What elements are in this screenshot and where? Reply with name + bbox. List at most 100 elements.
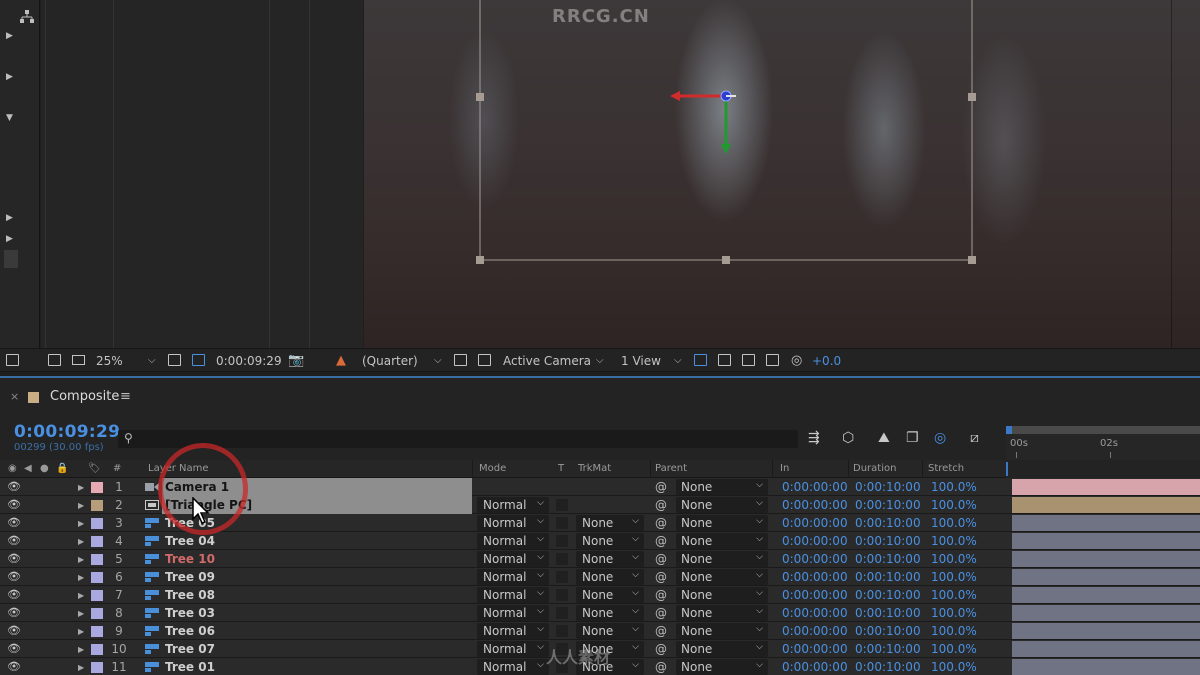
- layer-in-point[interactable]: 0:00:00:00: [782, 552, 848, 566]
- graph-editor-icon[interactable]: ⧄: [970, 430, 979, 446]
- fast-previews-icon[interactable]: [454, 354, 467, 366]
- blend-mode-select[interactable]: Normal ⌵: [477, 605, 549, 621]
- column-parent[interactable]: Parent: [655, 463, 687, 474]
- layer-in-point[interactable]: 0:00:00:00: [782, 516, 848, 530]
- eye-icon[interactable]: 👁: [7, 570, 21, 584]
- draft-3d-icon[interactable]: ⬡: [842, 430, 854, 446]
- layer-duration-bar[interactable]: [1012, 479, 1200, 495]
- layer-stretch[interactable]: 100.0%: [931, 552, 977, 566]
- chevron-down-icon[interactable]: ⌵: [148, 353, 156, 369]
- work-area-bar[interactable]: [1006, 426, 1200, 434]
- monitor-icon[interactable]: [72, 355, 85, 365]
- frame-blending-icon[interactable]: ❐: [906, 430, 919, 446]
- expand-arrow-icon[interactable]: ▶: [6, 72, 13, 82]
- preserve-transparency-checkbox[interactable]: [556, 517, 568, 529]
- layer-stretch[interactable]: 100.0%: [931, 624, 977, 638]
- label-color-swatch[interactable]: [91, 536, 103, 547]
- eye-icon[interactable]: 👁: [7, 516, 21, 530]
- layer-row[interactable]: 👁 ▶ 5 Tree 10 Normal ⌵ None ⌵ @ None ⌵ 0:00:00:00 0:…: [0, 550, 1200, 568]
- blend-mode-select[interactable]: Normal ⌵: [477, 515, 549, 531]
- viewer-timecode[interactable]: 0:00:09:29: [216, 353, 282, 369]
- label-color-swatch[interactable]: [91, 482, 103, 493]
- layer-duration-bar[interactable]: [1012, 497, 1200, 513]
- layer-stretch[interactable]: 100.0%: [931, 534, 977, 548]
- expand-arrow-icon[interactable]: ▶: [78, 553, 84, 567]
- active-camera-select[interactable]: Active Camera: [503, 353, 591, 369]
- parent-select[interactable]: None ⌵: [676, 659, 768, 675]
- layer-duration-bar[interactable]: [1012, 587, 1200, 603]
- transparency-grid-icon[interactable]: [478, 354, 491, 366]
- pickwhip-icon[interactable]: @: [655, 606, 667, 620]
- composition-mini-flowchart-icon[interactable]: ⇶: [808, 430, 820, 446]
- layer-row[interactable]: 👁 ▶ 7 Tree 08 Normal ⌵ None ⌵ @ None ⌵ 0:00:00:00 0:…: [0, 586, 1200, 604]
- parent-select[interactable]: None ⌵: [676, 497, 768, 513]
- expand-arrow-icon[interactable]: ▶: [78, 625, 84, 639]
- trkmat-select[interactable]: None ⌵: [576, 569, 644, 585]
- pickwhip-icon[interactable]: @: [655, 498, 667, 512]
- layer-duration-bar[interactable]: [1012, 641, 1200, 657]
- layer-name[interactable]: Tree 06: [165, 624, 215, 638]
- layer-in-point[interactable]: 0:00:00:00: [782, 588, 848, 602]
- label-color-swatch[interactable]: [91, 608, 103, 619]
- layer-bounding-box[interactable]: [364, 0, 1200, 348]
- column-t[interactable]: T: [558, 463, 564, 474]
- layer-stretch[interactable]: 100.0%: [931, 642, 977, 656]
- label-tag-icon[interactable]: 🏷: [88, 463, 101, 474]
- layer-row[interactable]: 👁 ▶ 9 Tree 06 Normal ⌵ None ⌵ @ None ⌵ 0:00:00:00 0:…: [0, 622, 1200, 640]
- layer-name[interactable]: Tree 09: [165, 570, 215, 584]
- parent-select[interactable]: None ⌵: [676, 515, 768, 531]
- layer-in-point[interactable]: 0:00:00:00: [782, 624, 848, 638]
- layer-duration[interactable]: 0:00:10:00: [855, 570, 921, 584]
- pickwhip-icon[interactable]: @: [655, 660, 667, 674]
- column-in[interactable]: In: [780, 463, 789, 474]
- layer-in-point[interactable]: 0:00:00:00: [782, 660, 848, 674]
- timeline-icon[interactable]: [742, 354, 755, 366]
- pickwhip-icon[interactable]: @: [655, 516, 667, 530]
- blend-mode-select[interactable]: Normal ⌵: [477, 497, 549, 513]
- layer-stretch[interactable]: 100.0%: [931, 660, 977, 674]
- parent-select[interactable]: None ⌵: [676, 641, 768, 657]
- pickwhip-icon[interactable]: @: [655, 570, 667, 584]
- label-color-swatch[interactable]: [91, 554, 103, 565]
- toggle-pixel-aspect-icon[interactable]: [694, 354, 707, 366]
- preserve-transparency-checkbox[interactable]: [556, 571, 568, 583]
- preserve-transparency-checkbox[interactable]: [556, 535, 568, 547]
- layer-duration-bar[interactable]: [1012, 623, 1200, 639]
- panel-handle[interactable]: [4, 250, 18, 268]
- layer-in-point[interactable]: 0:00:00:00: [782, 606, 848, 620]
- blend-mode-select[interactable]: Normal ⌵: [477, 659, 549, 675]
- layer-duration[interactable]: 0:00:10:00: [855, 480, 921, 494]
- label-color-swatch[interactable]: [91, 572, 103, 583]
- pickwhip-icon[interactable]: @: [655, 624, 667, 638]
- close-icon[interactable]: ×: [10, 390, 19, 403]
- layer-duration[interactable]: 0:00:10:00: [855, 588, 921, 602]
- expand-arrow-icon[interactable]: ▶: [6, 213, 13, 223]
- solo-icon[interactable]: ●: [40, 463, 49, 474]
- view-layout-select[interactable]: 1 View: [621, 353, 661, 369]
- expand-arrow-icon[interactable]: ▶: [78, 481, 84, 495]
- column-stretch[interactable]: Stretch: [928, 463, 964, 474]
- eye-icon[interactable]: 👁: [7, 624, 21, 638]
- layer-name[interactable]: Tree 04: [165, 534, 215, 548]
- pickwhip-icon[interactable]: @: [655, 534, 667, 548]
- eye-icon[interactable]: ◉: [8, 463, 17, 474]
- trkmat-select[interactable]: None ⌵: [576, 587, 644, 603]
- preserve-transparency-checkbox[interactable]: [556, 625, 568, 637]
- label-color-swatch[interactable]: [91, 662, 103, 673]
- layer-stretch[interactable]: 100.0%: [931, 588, 977, 602]
- layer-name[interactable]: Tree 07: [165, 642, 215, 656]
- trkmat-select[interactable]: None ⌵: [576, 515, 644, 531]
- expand-arrow-icon[interactable]: ▶: [78, 607, 84, 621]
- expand-arrow-icon[interactable]: ▶: [78, 661, 84, 675]
- pickwhip-icon[interactable]: @: [655, 588, 667, 602]
- parent-select[interactable]: None ⌵: [676, 587, 768, 603]
- layer-name[interactable]: Tree 10: [165, 552, 215, 566]
- eye-icon[interactable]: 👁: [7, 588, 21, 602]
- chevron-down-icon[interactable]: ⌵: [674, 353, 682, 369]
- layer-name[interactable]: Tree 08: [165, 588, 215, 602]
- eye-icon[interactable]: 👁: [7, 642, 21, 656]
- chevron-down-icon[interactable]: ⌵: [596, 353, 604, 369]
- layer-duration[interactable]: 0:00:10:00: [855, 624, 921, 638]
- panel-menu-icon[interactable]: ≡: [120, 389, 131, 404]
- time-ruler[interactable]: 00s 02s: [1006, 426, 1200, 460]
